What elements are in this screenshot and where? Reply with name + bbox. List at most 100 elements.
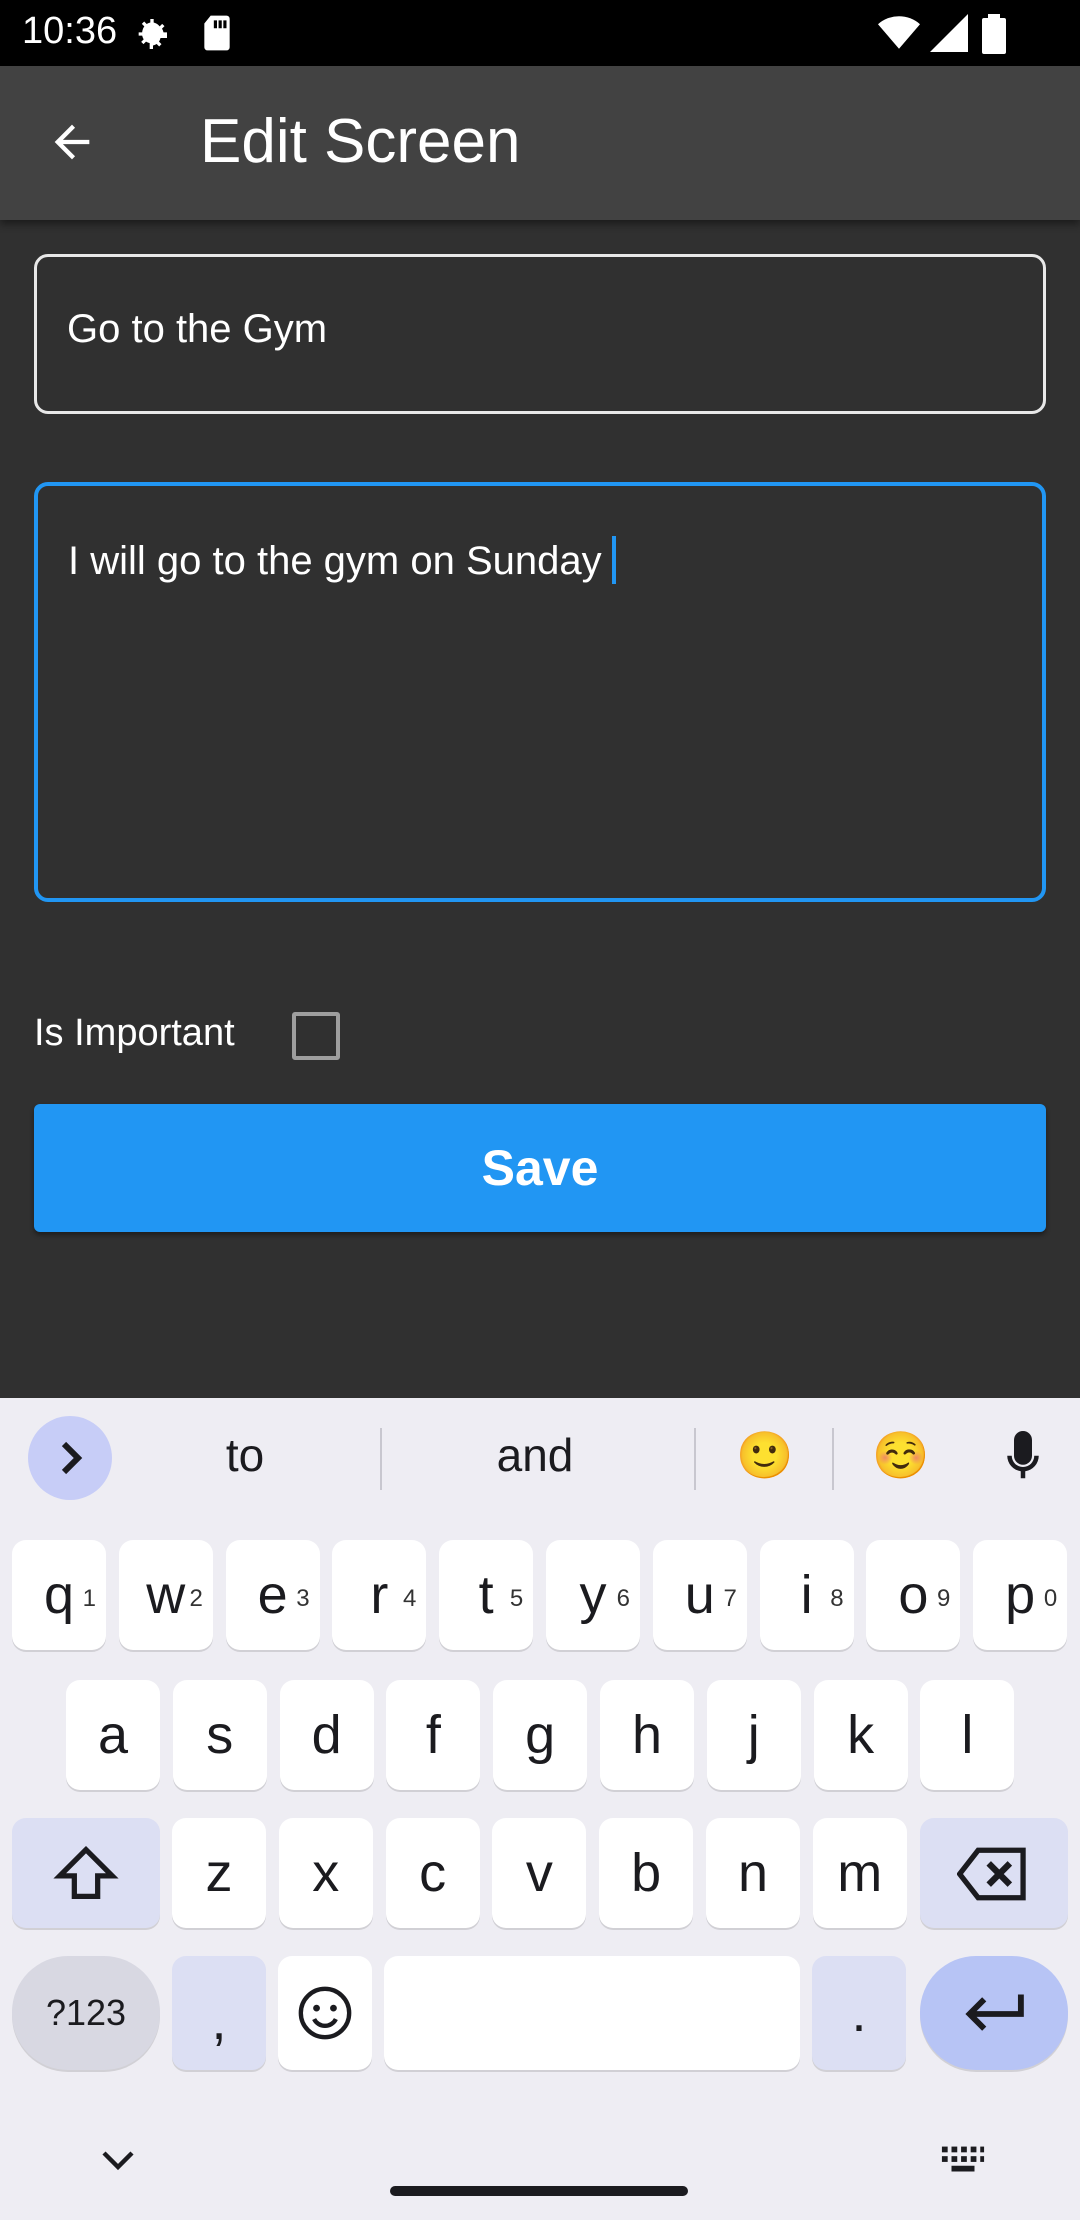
key-t[interactable]: 5t xyxy=(439,1540,534,1650)
comma-key-label: , xyxy=(211,1991,227,2051)
comma-key[interactable]: , xyxy=(172,1956,266,2070)
key-label: h xyxy=(631,1705,663,1765)
key-label: s xyxy=(206,1705,234,1765)
key-u[interactable]: 7u xyxy=(652,1540,747,1650)
suggestion-2[interactable]: and xyxy=(420,1428,650,1482)
key-b[interactable]: b xyxy=(599,1818,694,1928)
chevron-down-icon[interactable] xyxy=(98,2146,138,2181)
settings-icon xyxy=(132,14,172,59)
suggestion-1[interactable]: to xyxy=(190,1428,300,1482)
backspace-key[interactable] xyxy=(920,1818,1068,1928)
battery-icon xyxy=(982,14,1006,59)
shift-icon xyxy=(53,1845,119,1899)
arrow-back-icon[interactable] xyxy=(46,116,106,172)
key-label: l xyxy=(961,1705,974,1765)
key-label: u xyxy=(684,1565,715,1625)
emoji-suggestion-2[interactable]: ☺️ xyxy=(856,1428,946,1483)
text-cursor xyxy=(611,536,616,584)
key-hint: 6 xyxy=(616,1585,630,1612)
home-gesture-bar[interactable] xyxy=(390,2186,688,2196)
sd-card-icon xyxy=(200,14,234,57)
key-label: d xyxy=(311,1705,342,1765)
period-key-label: . xyxy=(851,1983,867,2043)
symbols-key[interactable]: ?123 xyxy=(12,1956,160,2070)
key-label: e xyxy=(257,1565,288,1625)
key-hint: 7 xyxy=(723,1585,737,1612)
key-label: i xyxy=(800,1565,813,1625)
symbols-key-label: ?123 xyxy=(45,1992,127,2033)
key-y[interactable]: 6y xyxy=(546,1540,640,1650)
key-c[interactable]: c xyxy=(385,1818,480,1928)
key-label: t xyxy=(478,1565,494,1625)
key-r[interactable]: 4r xyxy=(332,1540,427,1650)
key-label: j xyxy=(747,1705,760,1765)
key-hint: 8 xyxy=(830,1585,844,1612)
key-q[interactable]: 1q xyxy=(12,1540,106,1650)
save-button[interactable]: Save xyxy=(34,1104,1046,1232)
key-z[interactable]: z xyxy=(172,1818,266,1928)
key-label: m xyxy=(837,1843,883,1903)
key-label: a xyxy=(97,1705,129,1765)
key-m[interactable]: m xyxy=(812,1818,907,1928)
key-label: w xyxy=(146,1565,186,1625)
emoji-suggestion-1[interactable]: 🙂 xyxy=(720,1428,810,1483)
suggestion-divider xyxy=(380,1428,382,1490)
description-input[interactable]: I will go to the gym on Sunday xyxy=(34,482,1046,902)
page-title: Edit Screen xyxy=(200,107,521,176)
signal-icon xyxy=(930,14,968,57)
key-hint: 5 xyxy=(509,1585,524,1612)
key-i[interactable]: 8i xyxy=(759,1540,854,1650)
space-key[interactable] xyxy=(384,1956,800,2070)
key-o[interactable]: 9o xyxy=(866,1540,961,1650)
status-bar: 10:36 xyxy=(0,0,1080,66)
suggestion-divider xyxy=(694,1428,696,1490)
key-label: n xyxy=(737,1843,769,1903)
key-g[interactable]: g xyxy=(493,1680,588,1790)
key-a[interactable]: a xyxy=(66,1680,160,1790)
wifi-icon xyxy=(878,14,920,57)
key-label: g xyxy=(525,1705,556,1765)
key-hint: 1 xyxy=(82,1585,96,1612)
key-e[interactable]: 3e xyxy=(225,1540,320,1650)
soft-keyboard: to and 🙂 ☺️ 1q2w3e4r5t6y7u8i9o0p asdfghj… xyxy=(0,1398,1080,2220)
key-hint: 9 xyxy=(937,1585,951,1612)
key-label: p xyxy=(1005,1565,1036,1625)
key-x[interactable]: x xyxy=(278,1818,373,1928)
suggestion-divider xyxy=(832,1428,834,1490)
enter-key[interactable] xyxy=(920,1956,1068,2070)
important-label: Is Important xyxy=(34,1012,235,1054)
key-label: q xyxy=(43,1565,75,1625)
key-p[interactable]: 0p xyxy=(973,1540,1068,1650)
key-label: f xyxy=(425,1705,441,1765)
key-label: b xyxy=(631,1843,662,1903)
period-key[interactable]: . xyxy=(812,1956,906,2070)
key-v[interactable]: v xyxy=(492,1818,587,1928)
title-input[interactable]: Go to the Gym xyxy=(34,254,1046,414)
key-hint: 4 xyxy=(403,1585,417,1612)
app-bar: Edit Screen xyxy=(0,66,1080,220)
key-j[interactable]: j xyxy=(706,1680,801,1790)
key-label: c xyxy=(419,1843,447,1903)
keyboard-switch-icon[interactable] xyxy=(940,2142,986,2183)
key-l[interactable]: l xyxy=(920,1680,1015,1790)
key-label: z xyxy=(205,1843,233,1903)
shift-key[interactable] xyxy=(12,1818,160,1928)
key-s[interactable]: s xyxy=(172,1680,267,1790)
key-label: k xyxy=(847,1705,875,1765)
important-checkbox[interactable] xyxy=(292,1012,340,1060)
key-k[interactable]: k xyxy=(813,1680,908,1790)
key-d[interactable]: d xyxy=(279,1680,374,1790)
key-hint: 2 xyxy=(189,1585,203,1612)
key-n[interactable]: n xyxy=(706,1818,800,1928)
key-w[interactable]: 2w xyxy=(118,1540,213,1650)
description-input-value: I will go to the gym on Sunday xyxy=(68,536,616,584)
microphone-icon[interactable] xyxy=(996,1428,1050,1493)
status-time: 10:36 xyxy=(22,10,118,52)
key-h[interactable]: h xyxy=(600,1680,694,1790)
suggestions-expand-button[interactable] xyxy=(28,1416,112,1500)
key-f[interactable]: f xyxy=(386,1680,481,1790)
emoji-key[interactable] xyxy=(278,1956,372,2070)
key-label: y xyxy=(579,1565,607,1625)
emoji-icon xyxy=(298,1986,352,2040)
key-hint: 0 xyxy=(1043,1585,1058,1612)
